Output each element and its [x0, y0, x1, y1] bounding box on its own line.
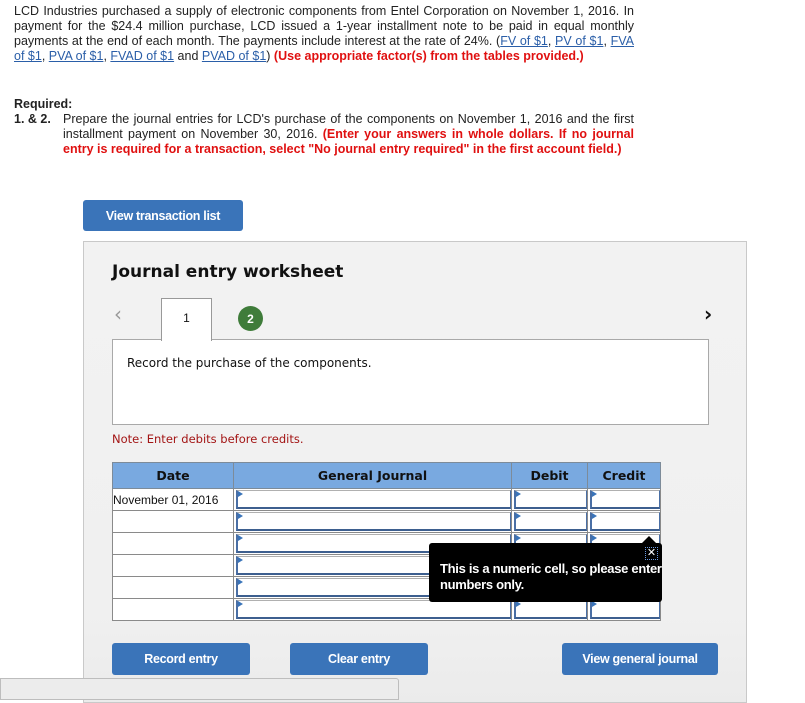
- tab-entry-2[interactable]: 2: [238, 306, 263, 331]
- account-input-cell: [233, 488, 512, 511]
- record-entry-button[interactable]: Record entry: [112, 643, 250, 675]
- separator: ,: [603, 34, 611, 48]
- credit-input[interactable]: [590, 512, 660, 531]
- date-cell: [112, 598, 234, 621]
- clear-entry-button[interactable]: Clear entry: [290, 643, 428, 675]
- journal-entry-worksheet: Journal entry worksheet ‹ 1 2 › Record t…: [83, 241, 747, 703]
- required-title: Required:: [14, 97, 73, 111]
- table-row: November 01, 2016: [112, 488, 661, 511]
- debit-credit-note: Note: Enter debits before credits.: [112, 432, 304, 446]
- credit-input[interactable]: [590, 600, 660, 619]
- date-cell: [112, 510, 234, 533]
- tab-entry-1[interactable]: 1: [161, 298, 212, 341]
- link-pv-of-1[interactable]: PV of $1: [555, 34, 603, 48]
- problem-statement: LCD Industries purchased a supply of ele…: [14, 4, 634, 64]
- header-date: Date: [112, 462, 234, 489]
- chevron-right-icon[interactable]: ›: [704, 302, 712, 326]
- separator: ): [266, 49, 274, 63]
- required-item: 1. & 2. Prepare the journal entries for …: [14, 112, 634, 157]
- debit-input-cell: [511, 488, 588, 511]
- header-credit: Credit: [587, 462, 661, 489]
- account-input[interactable]: [236, 490, 511, 509]
- numeric-cell-tooltip: ✕ This is a numeric cell, so please ente…: [429, 536, 662, 602]
- separator: ,: [41, 49, 49, 63]
- account-input-cell: [233, 510, 512, 533]
- worksheet-title: Journal entry worksheet: [112, 262, 344, 282]
- table-row: [112, 510, 661, 533]
- date-cell: November 01, 2016: [112, 488, 234, 511]
- credit-input-cell: [587, 510, 661, 533]
- view-general-journal-button[interactable]: View general journal: [562, 643, 718, 675]
- date-cell: [112, 532, 234, 555]
- chevron-left-icon[interactable]: ‹: [114, 302, 122, 326]
- required-number: 1. & 2.: [14, 112, 51, 126]
- header-general-journal: General Journal: [233, 462, 512, 489]
- entry-description-box: Record the purchase of the components.: [112, 339, 709, 425]
- entry-description: Record the purchase of the components.: [127, 356, 372, 370]
- link-pvad-of-1[interactable]: PVAD of $1: [202, 49, 266, 63]
- debit-input[interactable]: [514, 490, 587, 509]
- table-header-row: Date General Journal Debit Credit: [112, 462, 661, 489]
- header-debit: Debit: [511, 462, 588, 489]
- debit-input-cell: [511, 510, 588, 533]
- account-input[interactable]: [236, 512, 511, 531]
- date-cell: [112, 576, 234, 599]
- credit-input-cell: [587, 488, 661, 511]
- separator: and: [174, 49, 202, 63]
- separator: ,: [547, 34, 556, 48]
- required-section: Required: 1. & 2. Prepare the journal en…: [14, 97, 634, 157]
- bottom-panel-edge: [0, 678, 399, 700]
- date-cell: [112, 554, 234, 577]
- account-input[interactable]: [236, 600, 511, 619]
- credit-input[interactable]: [590, 490, 660, 509]
- view-transaction-list-button[interactable]: View transaction list: [83, 200, 243, 231]
- link-fvad-of-1[interactable]: FVAD of $1: [110, 49, 174, 63]
- debit-input[interactable]: [514, 600, 587, 619]
- tooltip-text: This is a numeric cell, so please enter …: [440, 561, 662, 592]
- debit-input[interactable]: [514, 512, 587, 531]
- close-icon[interactable]: ✕: [645, 547, 658, 560]
- factor-instruction: (Use appropriate factor(s) from the tabl…: [273, 49, 584, 63]
- link-pva-of-1[interactable]: PVA of $1: [49, 49, 104, 63]
- required-text: Prepare the journal entries for LCD's pu…: [63, 112, 634, 157]
- link-fv-of-1[interactable]: FV of $1: [500, 34, 548, 48]
